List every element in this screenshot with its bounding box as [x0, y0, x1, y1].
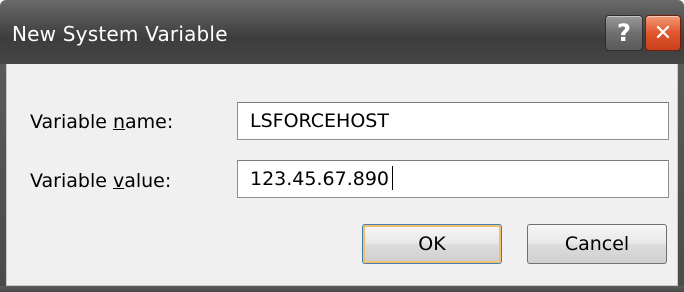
variable-name-label: Variable name:	[30, 111, 173, 133]
variable-value-input[interactable]	[237, 160, 669, 198]
window-frame-right	[678, 64, 684, 292]
ok-button[interactable]: OK	[362, 224, 502, 264]
window-title: New System Variable	[12, 22, 228, 46]
variable-value-label: Variable value:	[30, 170, 171, 192]
cancel-button[interactable]: Cancel	[527, 224, 667, 264]
variable-value-label-prefix: Variable	[30, 170, 113, 192]
variable-name-label-suffix: ame:	[125, 111, 174, 133]
variable-value-label-accel: v	[112, 170, 125, 192]
window-frame-bottom	[0, 286, 684, 292]
close-icon: ✕	[653, 20, 673, 46]
variable-value-label-suffix: alue:	[124, 170, 172, 192]
variable-name-label-prefix: Variable	[30, 111, 113, 133]
help-button[interactable]: ?	[605, 15, 643, 51]
dialog-window: New System Variable ? ✕ Variable name: V…	[0, 0, 684, 292]
text-caret	[392, 166, 393, 190]
help-icon: ?	[617, 19, 631, 47]
variable-name-label-accel: n	[112, 111, 126, 133]
variable-name-input[interactable]	[237, 102, 669, 140]
close-button[interactable]: ✕	[645, 15, 681, 51]
title-bar[interactable]: New System Variable ? ✕	[0, 0, 684, 64]
